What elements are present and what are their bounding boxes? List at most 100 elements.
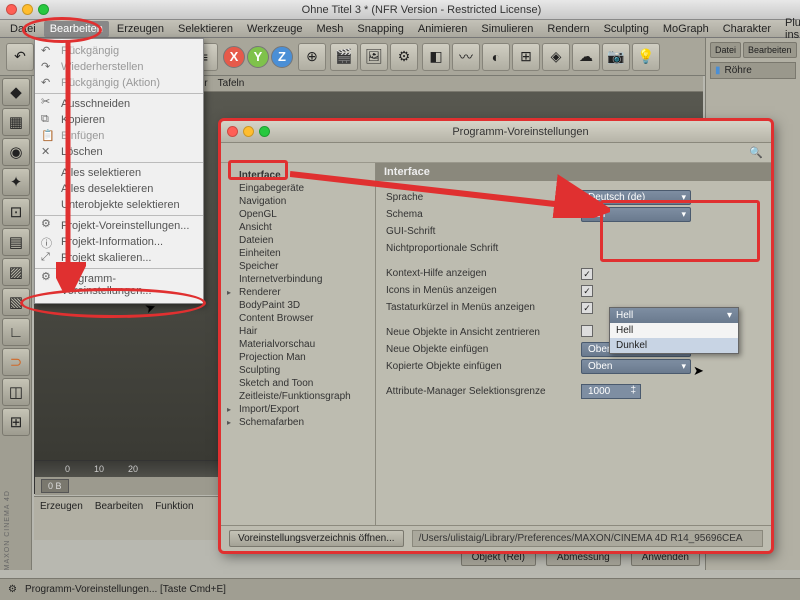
menu-mesh[interactable]: Mesh	[310, 21, 349, 37]
tree-hair[interactable]: Hair	[225, 325, 371, 338]
menuitem-alles-selektieren[interactable]: Alles selektieren	[35, 162, 203, 181]
center-checkbox[interactable]	[581, 325, 593, 337]
om-tab-datei[interactable]: Datei	[710, 42, 741, 58]
menuitem-einf-gen[interactable]: 📋Einfügen	[35, 128, 203, 144]
prefs-window-controls[interactable]	[227, 126, 270, 137]
preferences-dialog[interactable]: Programm-Voreinstellungen 🔍 InterfaceEin…	[220, 120, 772, 552]
search-icon[interactable]: 🔍	[749, 146, 763, 159]
tree-sketch-and-toon[interactable]: Sketch and Toon	[225, 377, 371, 390]
menuitem-l-schen[interactable]: ✕Löschen	[35, 144, 203, 160]
schema-option-hell[interactable]: Hell	[610, 323, 738, 338]
menuitem-ausschneiden[interactable]: ✂Ausschneiden	[35, 93, 203, 112]
menu-bearbeiten[interactable]: Bearbeiten	[44, 21, 109, 37]
tree-renderer[interactable]: ▸Renderer	[225, 286, 371, 299]
tree-import-export[interactable]: ▸Import/Export	[225, 403, 371, 416]
render-picture-button[interactable]: 🖼	[360, 43, 388, 71]
schema-dropdown-open[interactable]: Hell Hell Dunkel	[609, 307, 739, 354]
menu-sculpting[interactable]: Sculpting	[598, 21, 655, 37]
coord-system-button[interactable]: ⊕	[298, 43, 326, 71]
window-controls[interactable]	[6, 4, 49, 15]
menu-selektieren[interactable]: Selektieren	[172, 21, 239, 37]
timeline-start[interactable]: 0 B	[41, 479, 69, 493]
model-mode-icon[interactable]: ▦	[2, 108, 30, 136]
tree-ansicht[interactable]: Ansicht	[225, 221, 371, 234]
tree-bodypaint-d[interactable]: BodyPaint 3D	[225, 299, 371, 312]
tree-eingabeger-te[interactable]: Eingabegeräte	[225, 182, 371, 195]
menu-rendern[interactable]: Rendern	[541, 21, 595, 37]
texture-mode-icon[interactable]: ▧	[2, 288, 30, 316]
add-nurbs-button[interactable]: ◐	[482, 43, 510, 71]
add-array-button[interactable]: ⊞	[512, 43, 540, 71]
menuitem-r-ckg-ngig[interactable]: ↶Rückgängig	[35, 43, 203, 59]
add-spline-button[interactable]: 〰	[452, 43, 480, 71]
minimize-icon[interactable]	[22, 4, 33, 15]
add-cube-button[interactable]: ◧	[422, 43, 450, 71]
open-prefs-dir-button[interactable]: Voreinstellungsverzeichnis öffnen...	[229, 530, 404, 547]
render-view-button[interactable]: 🎬	[330, 43, 358, 71]
menuitem-r-ckg-ngig-aktion-[interactable]: ↶Rückgängig (Aktion)	[35, 75, 203, 91]
schema-select[interactable]: Hell	[581, 207, 691, 222]
kontext-checkbox[interactable]: ✓	[581, 268, 593, 280]
prefs-tree[interactable]: InterfaceEingabegeräteNavigationOpenGLAn…	[221, 163, 376, 525]
tree-schemafarben[interactable]: ▸Schemafarben	[225, 416, 371, 429]
tree-dateien[interactable]: Dateien	[225, 234, 371, 247]
tree-content-browser[interactable]: Content Browser	[225, 312, 371, 325]
menu-charakter[interactable]: Charakter	[717, 21, 777, 37]
object-name[interactable]: Röhre	[725, 65, 752, 76]
tree-navigation[interactable]: Navigation	[225, 195, 371, 208]
menu-simulieren[interactable]: Simulieren	[475, 21, 539, 37]
menu-erzeugen[interactable]: Erzeugen	[111, 21, 170, 37]
tree-opengl[interactable]: OpenGL	[225, 208, 371, 221]
prefs-zoom-icon[interactable]	[259, 126, 270, 137]
menu-animieren[interactable]: Animieren	[412, 21, 474, 37]
edge-mode-icon[interactable]: ▤	[2, 228, 30, 256]
sprache-select[interactable]: Deutsch (de)	[581, 190, 691, 205]
uv-poly-icon[interactable]: ⊞	[2, 408, 30, 436]
workplane-icon[interactable]: ∟	[2, 318, 30, 346]
menuitem-kopieren[interactable]: ⧉Kopieren	[35, 112, 203, 128]
menuitem-projekt-information-[interactable]: ⓘProjekt-Information...	[35, 234, 203, 250]
zoom-icon[interactable]	[38, 4, 49, 15]
polygon-mode-icon[interactable]: ▨	[2, 258, 30, 286]
attr-limit-field[interactable]: 1000	[581, 384, 641, 399]
menuitem-alles-deselektieren[interactable]: Alles deselektieren	[35, 181, 203, 197]
menuitem-projekt-voreinstellungen-[interactable]: ⚙Projekt-Voreinstellungen...	[35, 215, 203, 234]
icons-checkbox[interactable]: ✓	[581, 285, 593, 297]
tree-zeitleiste-funktionsgraph[interactable]: Zeitleiste/Funktionsgraph	[225, 390, 371, 403]
bt-bearbeiten[interactable]: Bearbeiten	[95, 501, 143, 536]
axis-mode-icon[interactable]: ✦	[2, 168, 30, 196]
bt-funktion[interactable]: Funktion	[155, 501, 193, 536]
vp-tafeln[interactable]: Tafeln	[218, 78, 245, 89]
undo-button[interactable]: ↶	[6, 43, 34, 71]
bearbeiten-menu[interactable]: ↶Rückgängig↷Wiederherstellen↶Rückgängig …	[34, 38, 204, 304]
menuitem-programm-voreinstellungen-[interactable]: ⚙Programm-Voreinstellungen...	[35, 268, 203, 299]
menuitem-wiederherstellen[interactable]: ↷Wiederherstellen	[35, 59, 203, 75]
z-axis-icon[interactable]: Z	[271, 46, 293, 68]
tree-materialvorschau[interactable]: Materialvorschau	[225, 338, 371, 351]
tree-projection-man[interactable]: Projection Man	[225, 351, 371, 364]
uv-point-icon[interactable]: ◫	[2, 378, 30, 406]
object-mode-icon[interactable]: ◉	[2, 138, 30, 166]
add-environment-button[interactable]: ☁	[572, 43, 600, 71]
menu-snapping[interactable]: Snapping	[351, 21, 410, 37]
main-menubar[interactable]: Datei Bearbeiten Erzeugen Selektieren We…	[0, 20, 800, 38]
insert-copy-select[interactable]: Oben	[581, 359, 691, 374]
menu-datei[interactable]: Datei	[4, 21, 42, 37]
schema-option-dunkel[interactable]: Dunkel	[610, 338, 738, 353]
prefs-close-icon[interactable]	[227, 126, 238, 137]
point-mode-icon[interactable]: ⊡	[2, 198, 30, 226]
prefs-minimize-icon[interactable]	[243, 126, 254, 137]
close-icon[interactable]	[6, 4, 17, 15]
render-settings-button[interactable]: ⚙	[390, 43, 418, 71]
menuitem-unterobjekte-selektieren[interactable]: Unterobjekte selektieren	[35, 197, 203, 213]
om-tab-bearbeiten[interactable]: Bearbeiten	[743, 42, 797, 58]
tree-sculpting[interactable]: Sculpting	[225, 364, 371, 377]
snap-icon[interactable]: ⊃	[2, 348, 30, 376]
menu-mograph[interactable]: MoGraph	[657, 21, 715, 37]
schema-current[interactable]: Hell	[610, 308, 738, 323]
tree-einheiten[interactable]: Einheiten	[225, 247, 371, 260]
axis-lock[interactable]: X Y Z	[222, 46, 294, 68]
tree-internetverbindung[interactable]: Internetverbindung	[225, 273, 371, 286]
tree-interface[interactable]: Interface	[225, 169, 371, 182]
tree-speicher[interactable]: Speicher	[225, 260, 371, 273]
